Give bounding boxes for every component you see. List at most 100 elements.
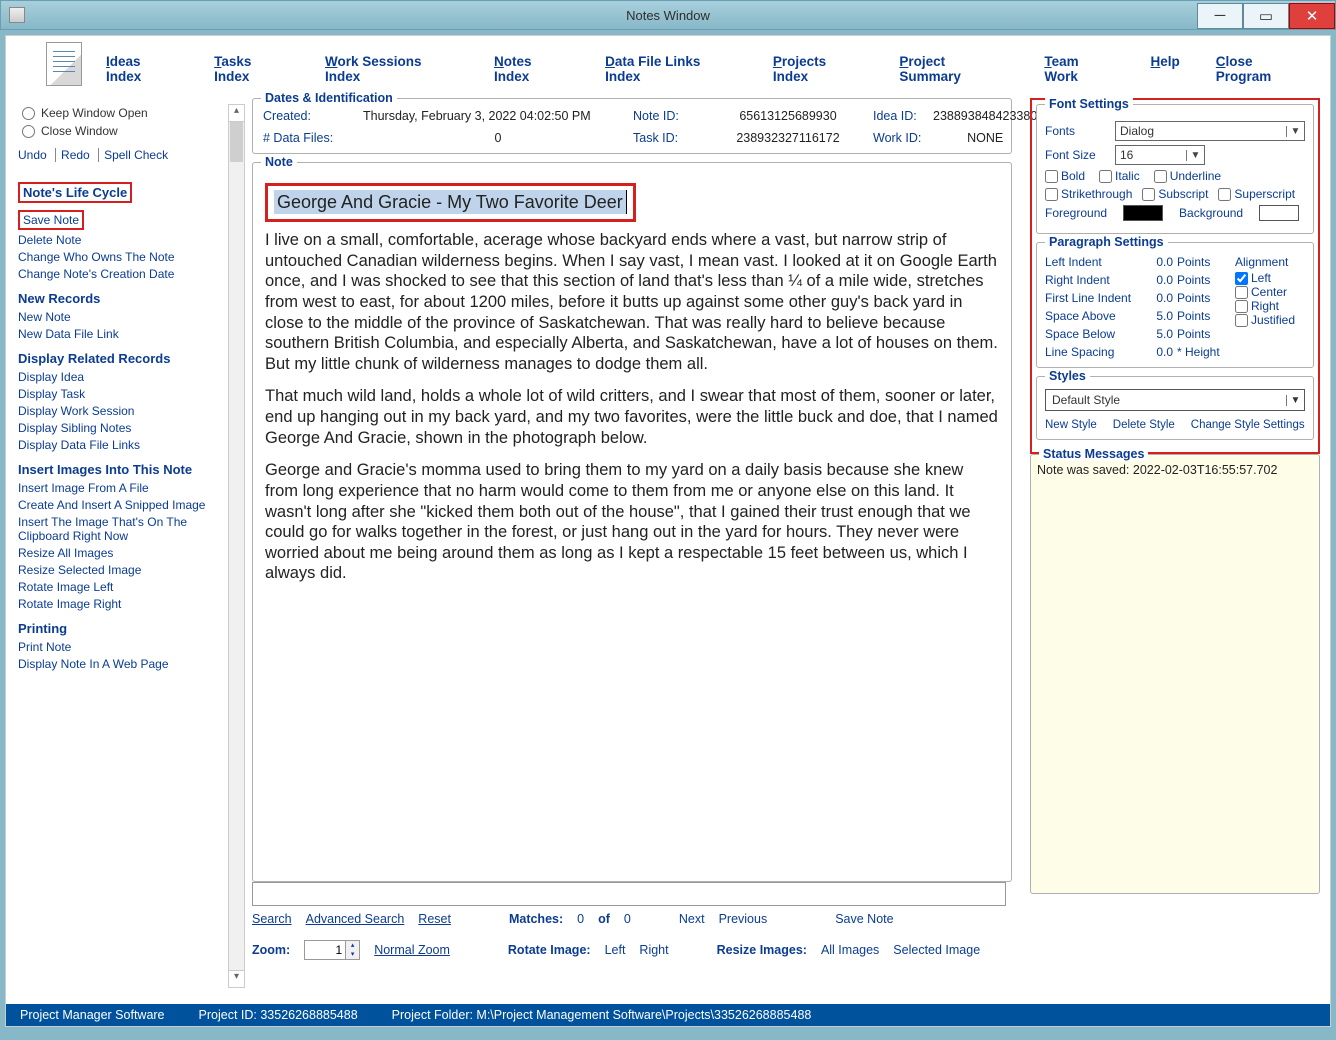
strikethrough-checkbox[interactable]: Strikethrough <box>1045 187 1132 201</box>
spin-down-icon[interactable]: ▾ <box>345 950 359 959</box>
new-style-link[interactable]: New Style <box>1045 419 1097 431</box>
insert-image-from-file[interactable]: Insert Image From A File <box>18 481 228 495</box>
save-note-link[interactable]: Save Note <box>18 210 228 230</box>
change-owner-link[interactable]: Change Who Owns The Note <box>18 250 228 264</box>
main-column: Dates & Identification Created: Thursday… <box>252 98 1012 960</box>
menu-work-sessions-index[interactable]: Work Sessions Index <box>325 54 458 84</box>
display-sibling-notes-link[interactable]: Display Sibling Notes <box>18 421 228 435</box>
right-panel: Font Settings Fonts Dialog▼ Font Size 16… <box>1030 98 1320 894</box>
chevron-down-icon: ▼ <box>1286 395 1304 406</box>
paragraph-settings-group: Paragraph Settings Left Indent0.0Points … <box>1036 242 1314 368</box>
resize-all-link[interactable]: All Images <box>821 943 879 957</box>
italic-checkbox[interactable]: Italic <box>1099 169 1140 183</box>
background-swatch[interactable] <box>1259 205 1299 221</box>
advanced-search-link[interactable]: Advanced Search <box>306 912 405 926</box>
scroll-thumb[interactable] <box>230 122 243 162</box>
superscript-checkbox[interactable]: Superscript <box>1218 187 1295 201</box>
ideaid-label: Idea ID: <box>873 109 933 123</box>
rotate-right-link[interactable]: Right <box>639 943 668 957</box>
scroll-up-icon[interactable]: ▴ <box>229 105 244 122</box>
minimize-button[interactable]: ─ <box>1197 3 1243 29</box>
undo-link[interactable]: Undo <box>18 148 52 162</box>
print-note[interactable]: Print Note <box>18 640 228 654</box>
workid-label: Work ID: <box>873 131 933 145</box>
resize-all-images[interactable]: Resize All Images <box>18 546 228 560</box>
search-input[interactable] <box>252 882 1006 906</box>
fonts-label: Fonts <box>1045 124 1109 138</box>
menu-ideas-index[interactable]: Ideas Index <box>106 54 178 84</box>
resize-selected-link[interactable]: Selected Image <box>893 943 980 957</box>
radio-close-window[interactable]: Close Window <box>22 124 228 138</box>
menu-projects-index[interactable]: Projects Index <box>773 54 864 84</box>
new-note-link[interactable]: New Note <box>18 310 228 324</box>
rotate-image-left[interactable]: Rotate Image Left <box>18 580 228 594</box>
paragraph-settings-title: Paragraph Settings <box>1045 235 1168 249</box>
menu-tasks-index[interactable]: Tasks Index <box>214 54 289 84</box>
resize-selected-image[interactable]: Resize Selected Image <box>18 563 228 577</box>
rotate-left-link[interactable]: Left <box>605 943 626 957</box>
menu-project-summary[interactable]: Project Summary <box>899 54 1008 84</box>
change-creation-date-link[interactable]: Change Note's Creation Date <box>18 267 228 281</box>
matches-total: 0 <box>624 912 631 926</box>
styles-combo[interactable]: Default Style▼ <box>1045 389 1305 411</box>
align-right-checkbox[interactable]: Right <box>1235 299 1305 313</box>
new-data-file-link[interactable]: New Data File Link <box>18 327 228 341</box>
delete-style-link[interactable]: Delete Style <box>1113 419 1175 431</box>
align-justified-checkbox[interactable]: Justified <box>1235 313 1305 327</box>
next-link[interactable]: Next <box>679 912 705 926</box>
foreground-swatch[interactable] <box>1123 205 1163 221</box>
save-note-bottom-link[interactable]: Save Note <box>835 912 893 926</box>
subscript-checkbox[interactable]: Subscript <box>1142 187 1208 201</box>
noteid-label: Note ID: <box>633 109 703 123</box>
menu-help[interactable]: Help <box>1151 54 1180 84</box>
maximize-button[interactable]: ▭ <box>1243 3 1289 29</box>
sidebar-scrollbar[interactable]: ▴ ▾ <box>228 104 245 988</box>
note-para-2: That much wild land, holds a whole lot o… <box>265 386 999 448</box>
menu-notes-index[interactable]: Notes Index <box>494 54 569 84</box>
align-center-checkbox[interactable]: Center <box>1235 285 1305 299</box>
spell-check-link[interactable]: Spell Check <box>98 148 173 162</box>
normal-zoom-link[interactable]: Normal Zoom <box>374 943 450 957</box>
noteid-value: 65613125689930 <box>703 109 873 123</box>
display-task-link[interactable]: Display Task <box>18 387 228 401</box>
insert-clipboard-image[interactable]: Insert The Image That's On The Clipboard… <box>18 515 228 543</box>
chevron-down-icon: ▼ <box>1186 150 1204 161</box>
menu-team-work[interactable]: Team Work <box>1044 54 1114 84</box>
close-button[interactable]: ✕ <box>1289 3 1335 29</box>
align-left-checkbox[interactable]: Left <box>1235 271 1305 285</box>
ideaid-value: 238893848423380 <box>933 109 1037 123</box>
display-idea-link[interactable]: Display Idea <box>18 370 228 384</box>
display-data-file-links-link[interactable]: Display Data File Links <box>18 438 228 452</box>
note-group-title: Note <box>261 155 297 169</box>
zoom-value[interactable] <box>305 942 345 958</box>
fonts-combo[interactable]: Dialog▼ <box>1115 121 1305 141</box>
delete-note-link[interactable]: Delete Note <box>18 233 228 247</box>
font-size-combo[interactable]: 16▼ <box>1115 145 1205 165</box>
display-in-web-page[interactable]: Display Note In A Web Page <box>18 657 228 671</box>
previous-link[interactable]: Previous <box>719 912 768 926</box>
note-title[interactable]: George And Gracie - My Two Favorite Deer <box>274 190 627 214</box>
rotate-image-right[interactable]: Rotate Image Right <box>18 597 228 611</box>
chevron-down-icon: ▼ <box>1286 126 1304 137</box>
underline-checkbox[interactable]: Underline <box>1154 169 1221 183</box>
taskid-value: 238932327116172 <box>703 131 873 145</box>
dates-identification-group: Dates & Identification Created: Thursday… <box>252 98 1012 154</box>
radio-keep-window-open[interactable]: Keep Window Open <box>22 106 228 120</box>
insert-snipped-image[interactable]: Create And Insert A Snipped Image <box>18 498 228 512</box>
change-style-settings-link[interactable]: Change Style Settings <box>1191 419 1305 431</box>
note-body[interactable]: I live on a small, comfortable, acerage … <box>265 230 999 584</box>
display-work-session-link[interactable]: Display Work Session <box>18 404 228 418</box>
scroll-down-icon[interactable]: ▾ <box>229 970 244 987</box>
footer-project-id: Project ID: 33526268885488 <box>199 1008 358 1022</box>
search-link[interactable]: Search <box>252 912 292 926</box>
zoom-spinner[interactable]: ▴▾ <box>304 940 360 960</box>
radio-close-window-input[interactable] <box>22 125 35 138</box>
bold-checkbox[interactable]: Bold <box>1045 169 1085 183</box>
radio-keep-window-open-input[interactable] <box>22 107 35 120</box>
spin-up-icon[interactable]: ▴ <box>345 941 359 950</box>
menu-close-program[interactable]: Close Program <box>1216 54 1310 84</box>
reset-link[interactable]: Reset <box>418 912 451 926</box>
sidebar-section-display-related: Display Related Records <box>18 351 228 366</box>
menu-data-file-links-index[interactable]: Data File Links Index <box>605 54 737 84</box>
redo-link[interactable]: Redo <box>55 148 95 162</box>
